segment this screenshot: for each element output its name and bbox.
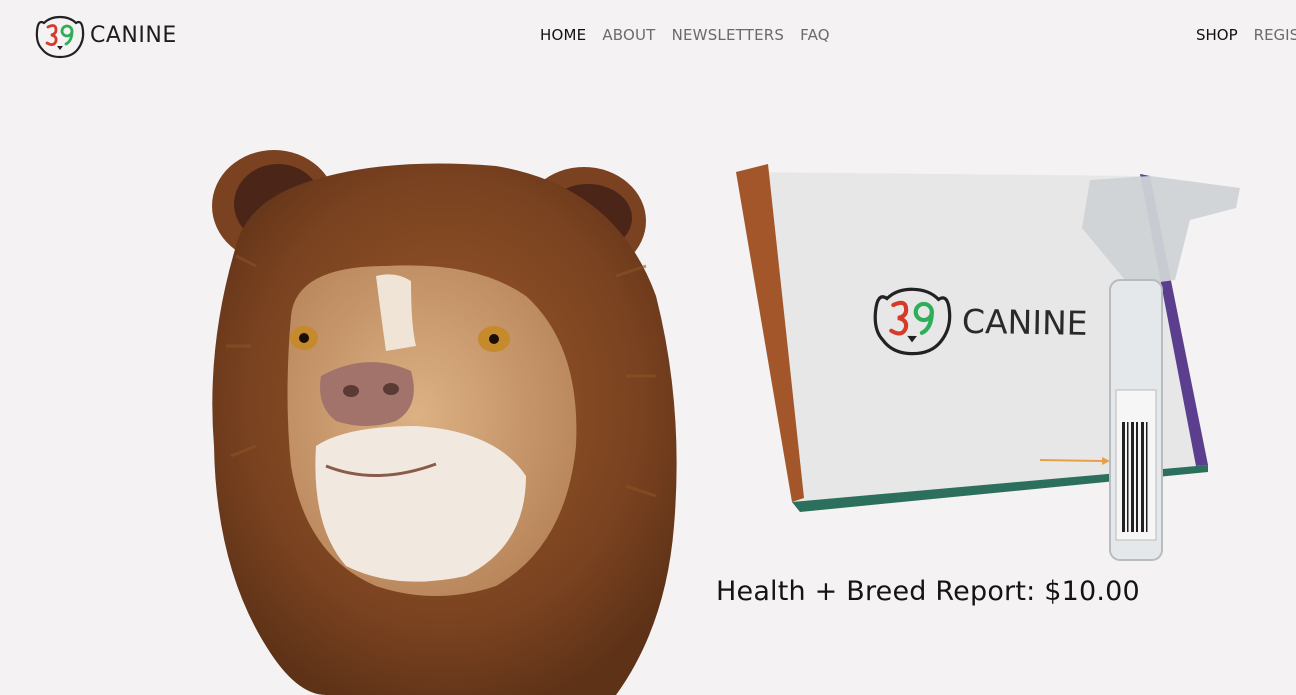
kit-brand-name: CANINE [961, 301, 1088, 343]
dog-face-logo-icon [35, 15, 85, 59]
site-header: CANINE HOME ABOUT NEWSLETTERS FAQ SHOP R… [0, 0, 1296, 72]
nav-faq[interactable]: FAQ [800, 26, 830, 44]
nav-about[interactable]: ABOUT [602, 26, 655, 44]
kit-brand-logo: CANINE [867, 282, 1088, 360]
main-nav: HOME ABOUT NEWSLETTERS FAQ [540, 26, 846, 44]
nav-home[interactable]: HOME [540, 26, 586, 44]
hero-dog-image [212, 150, 677, 695]
product-kit-image [736, 164, 1240, 561]
account-nav: SHOP REGIS [1196, 26, 1296, 44]
nav-newsletters[interactable]: NEWSLETTERS [672, 26, 785, 44]
dog-face-logo-icon [873, 287, 952, 356]
brand-name: CANINE [90, 22, 177, 48]
nav-register[interactable]: REGIS [1254, 26, 1296, 44]
product-price: Health + Breed Report: $10.00 [716, 576, 1140, 607]
nav-shop[interactable]: SHOP [1196, 26, 1238, 44]
brand-logo[interactable]: CANINE [34, 13, 177, 59]
